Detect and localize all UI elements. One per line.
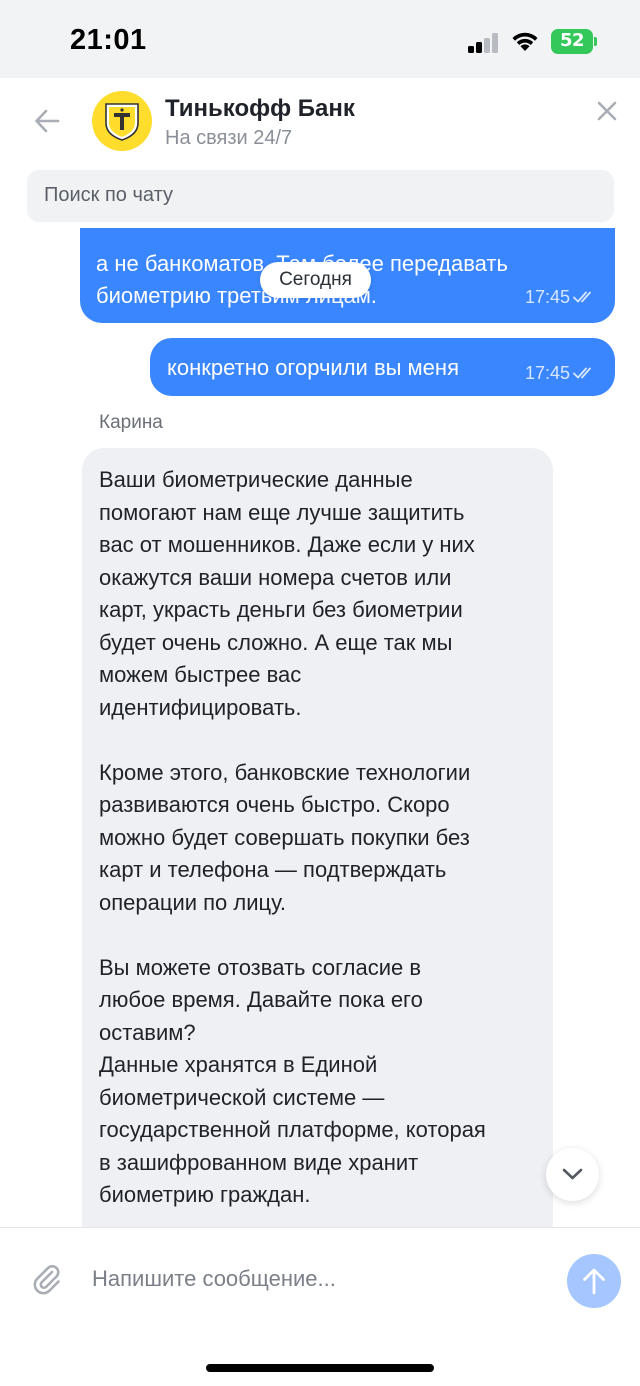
wifi-icon	[512, 32, 538, 51]
message-composer	[0, 1227, 640, 1386]
close-icon[interactable]	[596, 100, 618, 122]
message-text: конкретно огорчили вы меня	[167, 355, 459, 380]
search-placeholder: Поиск по чату	[44, 184, 173, 206]
message-line: государственной платформе, которая	[99, 1117, 486, 1142]
battery-icon: 52	[551, 29, 597, 54]
message-line: биометрию граждан.	[99, 1182, 311, 1207]
scroll-to-bottom-button[interactable]	[546, 1148, 599, 1201]
message-line: идентифицировать.	[99, 694, 302, 720]
double-check-icon	[573, 367, 591, 379]
battery-level: 52	[559, 30, 585, 51]
send-button[interactable]	[567, 1254, 621, 1308]
message-input[interactable]	[92, 1254, 542, 1304]
chat-search-input[interactable]: Поиск по чату	[27, 170, 614, 222]
arrow-left-icon[interactable]	[34, 108, 60, 134]
message-line: Кроме этого, банковские технологии	[99, 759, 471, 785]
chat-title: Тинькофф Банк	[165, 95, 355, 122]
status-bar: 21:01 52	[0, 0, 640, 78]
date-divider: Сегодня	[260, 262, 371, 298]
message-line: можно будет совершать покупки без	[99, 824, 470, 850]
chevron-down-icon	[562, 1168, 583, 1180]
paperclip-icon[interactable]	[30, 1263, 64, 1297]
message-line	[99, 724, 544, 757]
incoming-message[interactable]: Ваши биометрические данные помогают нам е…	[82, 448, 553, 1248]
message-line: биометрической системе —	[99, 1084, 385, 1110]
message-time: 17:45	[525, 281, 597, 313]
home-indicator	[206, 1364, 434, 1372]
message-line: Вы можете отозвать согласие в	[99, 954, 422, 980]
outgoing-message[interactable]: конкретно огорчили вы меня 17:45	[150, 338, 615, 396]
message-line: помогают нам еще лучше защитить	[99, 499, 465, 525]
message-line: Ваши биометрические данные	[99, 467, 413, 492]
message-line: операции по лицу.	[99, 889, 287, 915]
message-line: окажутся ваши номера счетов или	[99, 564, 452, 590]
chat-status: На связи 24/7	[165, 127, 293, 149]
chat-header: Тинькофф Банк На связи 24/7 Поиск по чат…	[0, 78, 640, 240]
message-line: карт и телефона — подтверждать	[99, 857, 447, 882]
message-line: можем быстрее вас	[99, 662, 302, 687]
message-text: Ваши биометрические данные помогают нам е…	[99, 464, 544, 1212]
bank-avatar[interactable]	[92, 91, 152, 151]
double-check-icon	[573, 291, 591, 303]
message-line: оставим?	[99, 1019, 196, 1045]
message-time: 17:45	[525, 357, 597, 389]
sender-name: Карина	[99, 412, 163, 433]
message-line: будет очень сложно. А еще так мы	[99, 629, 453, 655]
message-line	[99, 919, 544, 952]
message-line: карт, украсть деньги без биометрии	[99, 597, 463, 622]
arrow-up-icon	[583, 1268, 605, 1295]
message-line: любое время. Давайте пока его	[99, 987, 423, 1012]
cellular-signal-icon	[468, 31, 500, 53]
bank-logo-icon	[105, 103, 139, 141]
status-time: 21:01	[70, 24, 147, 56]
message-line: развиваются очень быстро. Скоро	[99, 792, 450, 817]
message-line: в зашифрованном виде хранит	[99, 1149, 419, 1175]
message-line: вас от мошенников. Даже если у них	[99, 532, 475, 557]
message-line: Данные хранятся в Единой	[99, 1052, 378, 1077]
